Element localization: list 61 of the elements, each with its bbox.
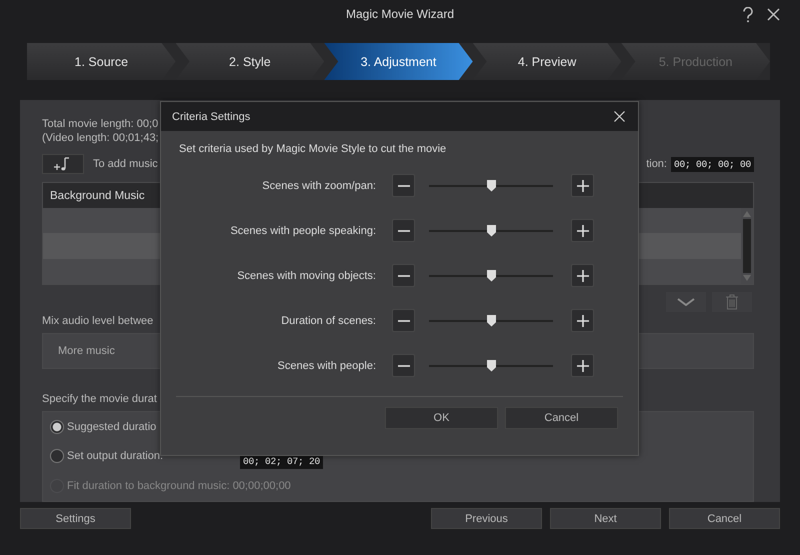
- minus-icon: [398, 320, 410, 322]
- column-header: Background Music: [50, 190, 145, 202]
- nav-button[interactable]: Previous: [431, 508, 542, 529]
- close-icon[interactable]: [767, 8, 780, 21]
- nav-button[interactable]: Next: [550, 508, 661, 529]
- plus-icon: [576, 270, 588, 282]
- wizard-step[interactable]: 3. Adjustment: [324, 43, 473, 80]
- slider-thumb[interactable]: [487, 270, 496, 282]
- plus-icon: [576, 224, 588, 236]
- increase-button[interactable]: [571, 354, 594, 377]
- add-music-hint: To add music: [93, 158, 158, 170]
- decrease-button[interactable]: [392, 309, 415, 332]
- dialog-intro-text: Set criteria used by Magic Movie Style to cut the movie: [179, 143, 448, 155]
- video-length-text: (Video length: 00;01;43;: [42, 132, 160, 144]
- more-music-label: More music: [58, 344, 115, 357]
- criterion-label: Scenes with people:: [276, 360, 376, 372]
- minus-icon: [398, 230, 410, 232]
- option-label: Set output duration:: [67, 450, 164, 462]
- timecode-field[interactable]: 00; 00; 00; 00: [670, 156, 754, 172]
- minus-icon: [398, 274, 410, 276]
- increase-button[interactable]: [571, 219, 594, 242]
- nav-button[interactable]: Cancel: [669, 508, 780, 529]
- increase-button[interactable]: [571, 264, 594, 287]
- minus-icon: [398, 364, 410, 366]
- slider-thumb[interactable]: [487, 314, 496, 326]
- movie-length-text: Total movie length: 00;0: [42, 118, 160, 130]
- duration-label: tion:: [646, 158, 667, 170]
- criterion-label: Duration of scenes:: [280, 314, 376, 326]
- plus-icon: [576, 360, 588, 372]
- criterion-label: Scenes with people speaking:: [229, 224, 376, 236]
- radio-button[interactable]: [50, 420, 64, 434]
- plus-icon: [576, 180, 588, 192]
- slider-thumb[interactable]: [487, 360, 496, 372]
- trash-icon: [725, 294, 739, 310]
- radio-button[interactable]: [50, 449, 64, 464]
- dialog-button[interactable]: Cancel: [505, 407, 618, 429]
- dialog-button[interactable]: OK: [385, 407, 498, 429]
- decrease-button[interactable]: [392, 174, 415, 197]
- slider-thumb[interactable]: [487, 180, 496, 192]
- chevron-down-icon: [677, 298, 695, 306]
- move-down-button[interactable]: [666, 292, 706, 312]
- slider-thumb[interactable]: [487, 224, 496, 236]
- dialog-title: Criteria Settings: [172, 110, 250, 122]
- movie-duration-label: Specify the movie durat: [42, 392, 157, 405]
- criterion-label: Scenes with moving objects:: [236, 270, 376, 282]
- add-music-button[interactable]: [42, 154, 84, 174]
- close-icon[interactable]: [614, 111, 625, 122]
- decrease-button[interactable]: [392, 219, 415, 242]
- mix-audio-label: Mix audio level betwee: [42, 315, 154, 328]
- plus-icon: [576, 314, 588, 326]
- help-icon[interactable]: [742, 7, 754, 23]
- criterion-label: Scenes with zoom/pan:: [261, 180, 376, 192]
- increase-button[interactable]: [571, 174, 594, 197]
- window-title: Magic Movie Wizard: [346, 7, 454, 21]
- increase-button[interactable]: [571, 309, 594, 332]
- minus-icon: [398, 184, 410, 186]
- decrease-button[interactable]: [392, 264, 415, 287]
- decrease-button[interactable]: [392, 354, 415, 377]
- settings-button[interactable]: Settings: [20, 508, 131, 529]
- option-label: Suggested duratio: [67, 420, 156, 433]
- option-label: Fit duration to background music: 00;00;00;00: [67, 480, 291, 492]
